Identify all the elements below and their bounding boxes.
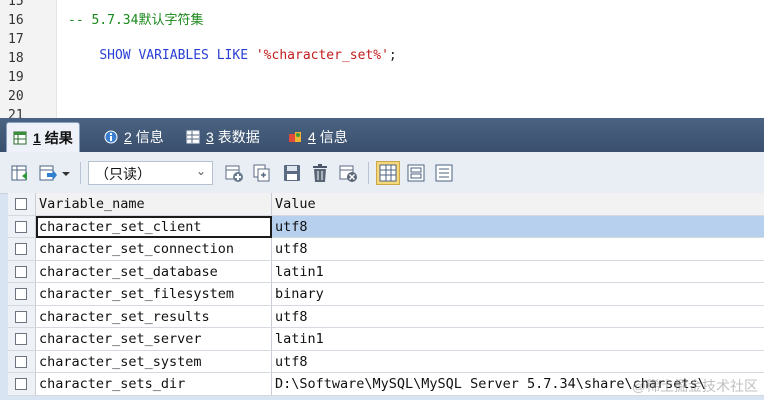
cell-value[interactable]: binary — [272, 283, 764, 306]
tab-info[interactable]: 2 信息 — [98, 122, 170, 152]
cell-variable-name[interactable]: character_set_database — [36, 260, 272, 283]
tab-results[interactable]: 1 结果 — [6, 122, 80, 152]
cell-variable-name[interactable]: character_set_server — [36, 328, 272, 351]
delete-icon[interactable] — [310, 163, 330, 183]
table-data-icon — [186, 130, 200, 144]
table-row[interactable]: character_set_server latin1 — [8, 328, 764, 351]
tab-label: 信息 — [319, 129, 348, 145]
row-checkbox[interactable] — [8, 373, 36, 396]
grid-header-row: Variable_name Value — [8, 193, 764, 216]
column-header[interactable]: Value — [272, 193, 764, 216]
tab-table-data[interactable]: 3 表数据 — [180, 122, 266, 152]
result-toolbar: （只读） ⌄ — [0, 152, 764, 194]
table-row[interactable]: character_set_results utf8 — [8, 305, 764, 328]
tab-label: 结果 — [44, 129, 73, 146]
row-checkbox[interactable] — [8, 283, 36, 306]
sql-string: '%character_set%' — [255, 48, 389, 63]
cell-variable-name[interactable]: character_set_filesystem — [36, 283, 272, 306]
row-checkbox[interactable] — [8, 350, 36, 373]
info-icon — [104, 130, 118, 144]
tab-info-2[interactable]: 4 信息 — [282, 122, 354, 152]
export-icon[interactable] — [10, 163, 30, 183]
line-number: 19 — [8, 70, 24, 85]
chevron-down-icon: ⌄ — [195, 164, 206, 178]
cell-value[interactable]: latin1 — [272, 328, 764, 351]
code-comment: -- 5.7.34默认字符集 — [68, 13, 204, 28]
sql-terminator: ; — [388, 48, 397, 63]
row-checkbox[interactable] — [8, 215, 36, 238]
grid-view-icon[interactable] — [376, 161, 400, 185]
table-row[interactable]: character_set_connection utf8 — [8, 238, 764, 261]
row-checkbox[interactable] — [8, 305, 36, 328]
table-row[interactable]: character_set_database latin1 — [8, 260, 764, 283]
cell-value[interactable]: utf8 — [272, 305, 764, 328]
table-row[interactable]: character_set_client utf8 — [8, 215, 764, 238]
line-number-gutter: 15 16 17 18 19 20 21 — [0, 0, 57, 118]
edit-mode-value: （只读） — [95, 166, 151, 182]
line-number: 20 — [8, 89, 24, 104]
row-checkbox[interactable] — [8, 238, 36, 261]
result-tab-bar: 1 结果 2 信息 3 表数据 4 信息 — [0, 118, 764, 152]
tab-number: 4 — [308, 129, 316, 145]
info-badge-icon — [288, 130, 302, 144]
duplicate-row-icon[interactable] — [252, 163, 272, 183]
tab-label: 表数据 — [217, 129, 260, 145]
sql-keywords: SHOW VARIABLES LIKE — [99, 48, 249, 63]
table-row[interactable]: character_set_filesystem binary — [8, 283, 764, 306]
table-row[interactable]: character_set_system utf8 — [8, 350, 764, 373]
cell-value[interactable]: utf8 — [272, 238, 764, 261]
line-number: 18 — [8, 51, 24, 66]
text-view-icon[interactable] — [434, 163, 454, 183]
chevron-down-icon[interactable] — [60, 163, 72, 183]
form-view-icon[interactable] — [406, 163, 426, 183]
line-number: 16 — [8, 13, 24, 28]
cell-value[interactable]: utf8 — [272, 215, 764, 238]
result-table-icon — [13, 131, 27, 145]
code-line-17: SHOW VARIABLES LIKE '%character_set%'; — [68, 32, 397, 80]
cell-variable-name[interactable]: character_set_system — [36, 350, 272, 373]
cancel-icon[interactable] — [338, 163, 358, 183]
result-panel: 1 结果 2 信息 3 表数据 4 信息 （只读） ⌄ Variable_nam… — [0, 118, 764, 400]
line-number: 21 — [8, 108, 24, 118]
tab-label: 信息 — [135, 129, 164, 145]
watermark: @稀土掘金技术社区 — [631, 378, 758, 394]
cell-variable-name[interactable]: character_sets_dir — [36, 373, 272, 396]
import-icon[interactable] — [38, 163, 58, 183]
select-all-checkbox[interactable] — [8, 193, 36, 216]
add-row-icon[interactable] — [224, 163, 244, 183]
row-checkbox[interactable] — [8, 328, 36, 351]
sql-editor[interactable]: 15 16 17 18 19 20 21 -- 5.7.34默认字符集 SHOW… — [0, 0, 764, 118]
tab-number: 3 — [206, 129, 214, 145]
toolbar-divider — [80, 162, 81, 184]
cell-variable-name[interactable]: character_set_client — [36, 215, 272, 238]
cell-variable-name[interactable]: character_set_results — [36, 305, 272, 328]
tab-number: 2 — [124, 129, 132, 145]
cell-variable-name[interactable]: character_set_connection — [36, 238, 272, 261]
row-checkbox[interactable] — [8, 260, 36, 283]
toolbar-divider — [368, 162, 369, 184]
tab-number: 1 — [33, 129, 41, 146]
edit-mode-select[interactable]: （只读） ⌄ — [88, 161, 213, 185]
save-icon[interactable] — [282, 163, 302, 183]
column-header[interactable]: Variable_name — [36, 193, 272, 216]
line-number: 15 — [8, 0, 24, 9]
line-number: 17 — [8, 32, 24, 47]
cell-value[interactable]: latin1 — [272, 260, 764, 283]
cell-value[interactable]: utf8 — [272, 350, 764, 373]
